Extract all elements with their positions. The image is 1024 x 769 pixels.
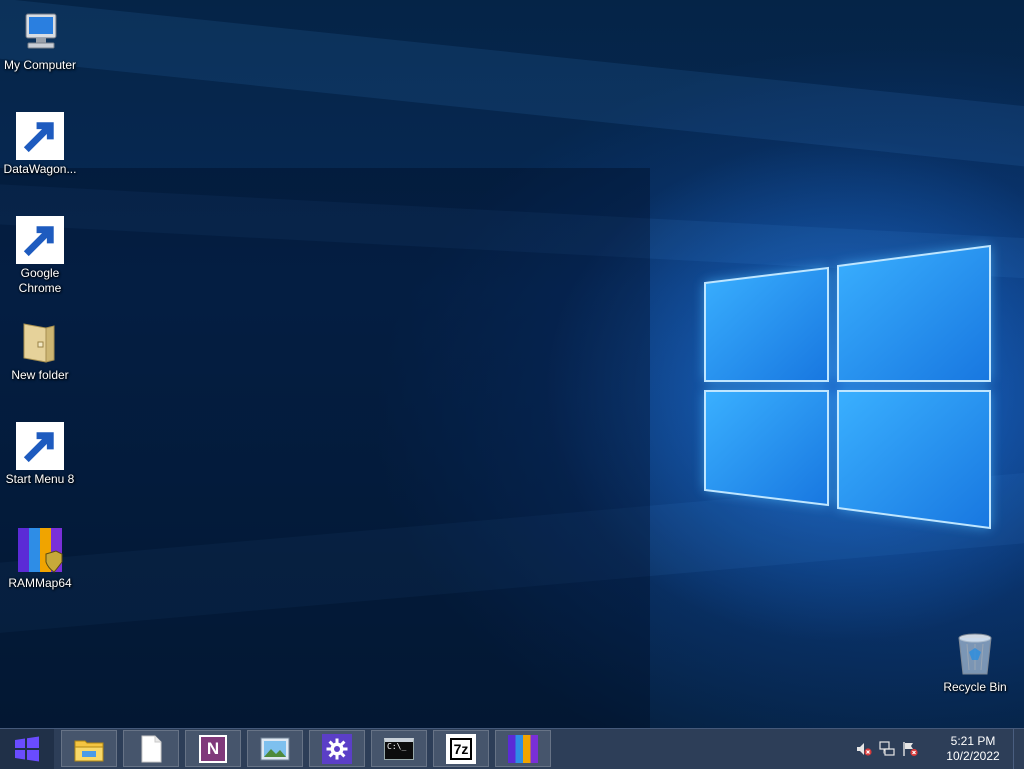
taskbar-button-7zip[interactable]: 7z (433, 730, 489, 767)
shortcut-arrow-icon (16, 216, 64, 264)
onenote-letter: N (206, 738, 220, 758)
desktop-icon-label: Start Menu 8 (5, 472, 75, 486)
taskbar-button-blank-document[interactable] (123, 730, 179, 767)
datawagon-icon (16, 112, 64, 160)
onenote-icon: N (199, 734, 227, 763)
taskbar-button-onenote[interactable]: N (185, 730, 241, 767)
desktop-icon-label: RAMMap64 (8, 576, 72, 590)
taskbar-button-command-prompt[interactable]: C:\_ (371, 730, 427, 767)
command-prompt-text: C:\_ (387, 741, 407, 751)
desktop-icon-datawagon[interactable]: DataWagon... (0, 112, 80, 177)
taskbar: N C:\_ 7z 5:21 PM 10/2/2022 (0, 728, 1024, 769)
recycle-bin-icon (951, 630, 999, 678)
windows-logo-graphic (704, 244, 991, 530)
start-menu-8-icon (16, 422, 64, 470)
clock-date: 10/2/2022 (946, 749, 1000, 763)
shortcut-arrow-icon (16, 112, 64, 160)
desktop-icon-label: My Computer (3, 58, 77, 72)
taskbar-button-photo-viewer[interactable] (247, 730, 303, 767)
gear-icon (322, 733, 352, 764)
volume-muted-icon[interactable] (856, 741, 872, 757)
desktop-icon-label: New folder (11, 368, 69, 382)
photo-viewer-icon (260, 737, 290, 760)
desktop-icon-new-folder[interactable]: New folder (0, 318, 80, 383)
desktop-icon-my-computer[interactable]: My Computer (0, 8, 80, 73)
shortcut-arrow-icon (16, 422, 64, 470)
taskbar-button-settings[interactable] (309, 730, 365, 767)
desktop-icon-label: Recycle Bin (943, 680, 1007, 694)
folder-icon (16, 318, 64, 366)
desktop-icon-label: Google Chrome (18, 266, 62, 295)
google-chrome-icon (16, 216, 64, 264)
7zip-icon: 7z (446, 733, 476, 764)
desktop-icon-label: DataWagon... (3, 162, 77, 176)
system-tray: 5:21 PM 10/2/2022 (856, 729, 1024, 769)
file-explorer-icon (74, 740, 104, 761)
network-icon[interactable] (879, 741, 895, 757)
rammap-icon (16, 526, 64, 574)
taskbar-button-rammap[interactable] (495, 730, 551, 767)
start-button[interactable] (0, 729, 54, 769)
action-center-flag-icon[interactable] (902, 741, 918, 757)
clock-time: 5:21 PM (950, 734, 996, 748)
desktop-icon-google-chrome[interactable]: Google Chrome (0, 216, 80, 296)
desktop-icon-rammap[interactable]: RAMMap64 (0, 526, 80, 591)
taskbar-button-file-explorer[interactable] (61, 730, 117, 767)
desktop-icon-start-menu-8[interactable]: Start Menu 8 (0, 422, 80, 487)
7zip-text: 7z (449, 737, 473, 760)
taskbar-clock[interactable]: 5:21 PM 10/2/2022 (933, 734, 1013, 764)
desktop-icon-recycle-bin[interactable]: Recycle Bin (935, 630, 1015, 695)
windows-logo-icon (15, 736, 39, 762)
rammap-icon (508, 734, 538, 763)
desktop-wallpaper (0, 0, 1024, 728)
show-desktop-button[interactable] (1013, 729, 1024, 769)
command-prompt-icon: C:\_ (384, 737, 414, 760)
my-computer-icon (16, 8, 64, 56)
document-icon (141, 735, 162, 762)
